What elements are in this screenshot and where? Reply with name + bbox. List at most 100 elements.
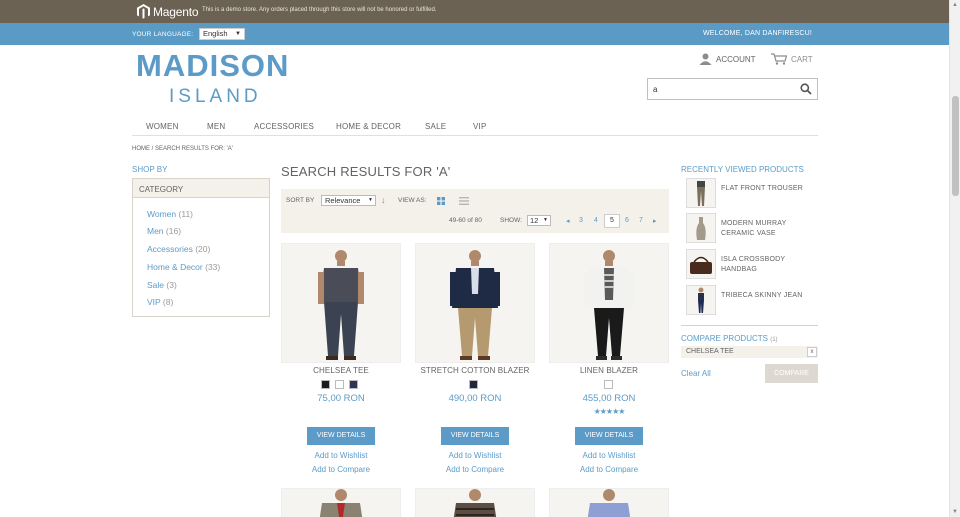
- recently-viewed-heading: RECENTLY VIEWED PRODUCTS: [681, 165, 804, 174]
- show-label: SHOW:: [500, 217, 522, 224]
- add-to-wishlist-link[interactable]: Add to Wishlist: [281, 451, 401, 460]
- search-icon[interactable]: [800, 83, 812, 97]
- view-details-button[interactable]: VIEW DETAILS: [575, 427, 643, 445]
- list-view-icon[interactable]: [459, 197, 469, 205]
- page-link[interactable]: 4: [594, 217, 598, 224]
- product-photo: [318, 250, 364, 360]
- add-to-compare-link[interactable]: Add to Compare: [281, 465, 401, 474]
- magento-logo[interactable]: Magento: [137, 3, 199, 20]
- breadcrumb[interactable]: HOME / SEARCH RESULTS FOR: 'A': [132, 146, 233, 152]
- recent-product-name[interactable]: TRIBECA SKINNY JEAN: [721, 291, 816, 301]
- compare-button[interactable]: COMPARE: [765, 364, 818, 383]
- dropdown-arrow-icon: ▼: [543, 217, 548, 223]
- add-to-wishlist-link[interactable]: Add to Wishlist: [415, 451, 535, 460]
- view-as-label: VIEW AS:: [398, 197, 427, 204]
- cart-link[interactable]: CART: [771, 53, 813, 65]
- category-link-home-decor[interactable]: Home & Decor (33): [147, 262, 220, 272]
- page-title: SEARCH RESULTS FOR 'A': [281, 164, 451, 179]
- nav-home-decor[interactable]: HOME & DECOR: [336, 122, 401, 131]
- compare-products-heading: COMPARE PRODUCTS (1): [681, 334, 778, 343]
- nav-accessories[interactable]: ACCESSORIES: [254, 122, 314, 131]
- product-name[interactable]: CHELSEA TEE: [281, 366, 401, 375]
- remove-compare-icon[interactable]: x: [807, 347, 817, 357]
- next-page-icon[interactable]: ▸: [653, 217, 657, 225]
- product-photo: [690, 256, 712, 274]
- recent-product-name[interactable]: FLAT FRONT TROUSER: [721, 184, 816, 194]
- color-swatch[interactable]: [349, 380, 358, 389]
- store-logo-sub[interactable]: ISLAND: [169, 86, 262, 108]
- sort-value: Relevance: [325, 196, 361, 205]
- category-link-women[interactable]: Women (11): [147, 209, 193, 219]
- account-link[interactable]: ACCOUNT: [699, 53, 756, 65]
- color-swatch[interactable]: [321, 380, 330, 389]
- product-photo: [450, 250, 500, 360]
- category-link-accessories[interactable]: Accessories (20): [147, 244, 210, 254]
- cart-icon: [771, 53, 787, 65]
- nav-women[interactable]: WOMEN: [146, 122, 179, 131]
- category-name: Accessories: [147, 244, 193, 254]
- nav-vip[interactable]: VIP: [473, 122, 487, 131]
- prev-page-icon[interactable]: ◂: [566, 217, 570, 225]
- add-to-compare-link[interactable]: Add to Compare: [549, 465, 669, 474]
- color-swatch[interactable]: [469, 380, 478, 389]
- recent-product-name[interactable]: ISLA CROSSBODY HANDBAG: [721, 255, 816, 275]
- product-photo: [697, 181, 705, 206]
- category-filter: CATEGORY Women (11) Men (16) Accessories…: [132, 178, 270, 317]
- grid-view-icon[interactable]: [437, 197, 445, 205]
- recent-thumb[interactable]: [686, 249, 716, 279]
- view-details-button[interactable]: VIEW DETAILS: [307, 427, 375, 445]
- page-scrollbar[interactable]: ▲ ▼: [949, 0, 960, 517]
- item-range: 49-60 of 80: [449, 217, 482, 224]
- category-link-men[interactable]: Men (16): [147, 226, 181, 236]
- show-select[interactable]: 12 ▼: [527, 215, 551, 226]
- add-to-wishlist-link[interactable]: Add to Wishlist: [549, 451, 669, 460]
- product-image-row2-3[interactable]: [549, 488, 669, 517]
- scroll-up-icon[interactable]: ▲: [952, 2, 958, 8]
- product-image-row2-2[interactable]: [415, 488, 535, 517]
- recent-thumb[interactable]: [686, 285, 716, 315]
- page-link[interactable]: 7: [639, 217, 643, 224]
- product-photo: [584, 250, 634, 360]
- nav-sale[interactable]: SALE: [425, 122, 446, 131]
- sort-select[interactable]: Relevance ▼: [321, 195, 376, 206]
- product-photo: [696, 217, 706, 240]
- demo-notice-bar: Magento This is a demo store. Any orders…: [0, 0, 960, 23]
- compare-count: (1): [770, 337, 778, 343]
- category-name: Home & Decor: [147, 262, 203, 272]
- main-navigation: WOMEN MEN ACCESSORIES HOME & DECOR SALE …: [132, 116, 818, 136]
- rating-stars[interactable]: ★★★★★: [549, 407, 669, 416]
- dropdown-arrow-icon: ▼: [368, 197, 373, 203]
- add-to-compare-link[interactable]: Add to Compare: [415, 465, 535, 474]
- product-image-chelsea-tee[interactable]: [281, 243, 401, 363]
- product-price: 75,00 RON: [317, 393, 365, 404]
- product-name[interactable]: LINEN BLAZER: [549, 366, 669, 375]
- product-image-row2-1[interactable]: [281, 488, 401, 517]
- category-link-vip[interactable]: VIP (8): [147, 297, 173, 307]
- product-image-linen-blazer[interactable]: [549, 243, 669, 363]
- color-swatch[interactable]: [335, 380, 344, 389]
- clear-all-link[interactable]: Clear All: [681, 369, 711, 378]
- category-heading[interactable]: CATEGORY: [133, 179, 269, 198]
- search-input[interactable]: a: [647, 78, 818, 100]
- recent-product-name[interactable]: MODERN MURRAY CERAMIC VASE: [721, 219, 816, 239]
- sort-direction-icon[interactable]: ↓: [381, 195, 386, 205]
- recent-thumb[interactable]: [686, 213, 716, 243]
- compare-item[interactable]: CHELSEA TEE: [681, 346, 818, 358]
- category-link-sale[interactable]: Sale (3): [147, 280, 177, 290]
- language-select[interactable]: English ▼: [199, 28, 245, 40]
- color-swatch[interactable]: [604, 380, 613, 389]
- page-link[interactable]: 6: [625, 217, 629, 224]
- nav-men[interactable]: MEN: [207, 122, 225, 131]
- recent-thumb[interactable]: [686, 178, 716, 208]
- view-details-button[interactable]: VIEW DETAILS: [441, 427, 509, 445]
- scrollbar-thumb[interactable]: [952, 96, 959, 196]
- search-value: a: [653, 85, 658, 94]
- page-link[interactable]: 3: [579, 217, 583, 224]
- scroll-down-icon[interactable]: ▼: [952, 509, 958, 515]
- store-logo-main[interactable]: MADISON: [136, 48, 289, 84]
- product-image-stretch-cotton-blazer[interactable]: [415, 243, 535, 363]
- category-count: (8): [162, 297, 174, 307]
- product-name[interactable]: STRETCH COTTON BLAZER: [415, 366, 535, 375]
- show-value: 12: [530, 216, 539, 225]
- product-photo: [698, 287, 704, 313]
